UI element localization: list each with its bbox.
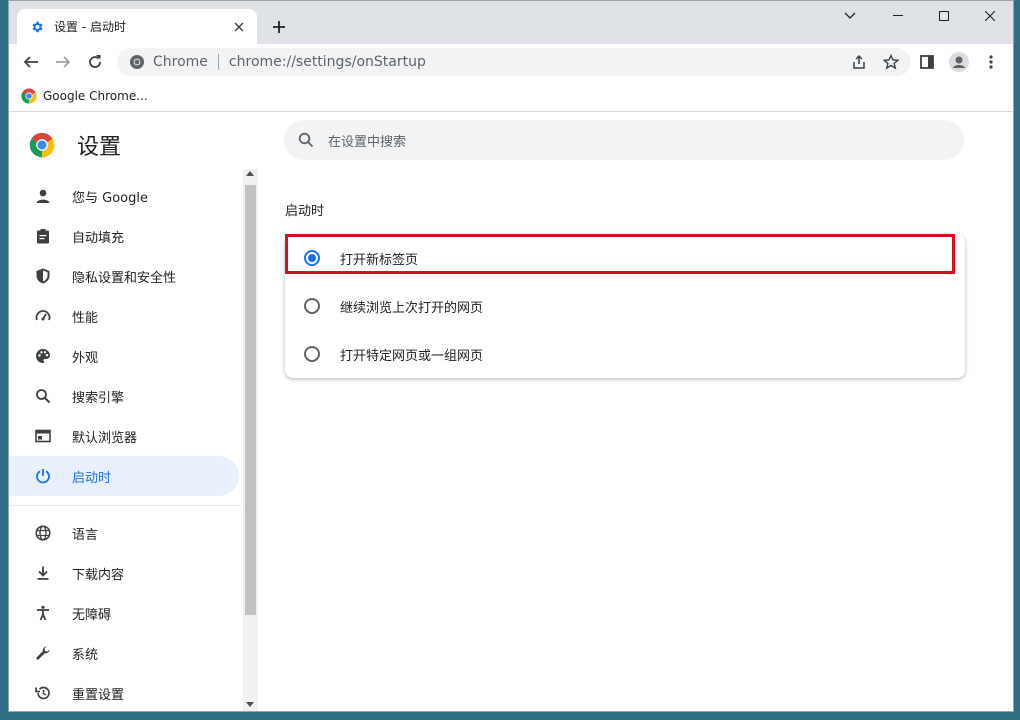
sidebar-item-downloads[interactable]: 下载内容 [9, 553, 239, 593]
tab-settings[interactable]: 设置 - 启动时 [17, 9, 257, 44]
sidebar-item-label: 默认浏览器 [72, 430, 138, 446]
sidebar-item-reset[interactable]: 重置设置 [9, 673, 239, 711]
sidebar-item-performance[interactable]: 性能 [9, 296, 239, 336]
globe-icon [33, 523, 53, 543]
clipboard-icon [33, 226, 53, 246]
sidebar-item-label: 无障碍 [72, 607, 112, 623]
sidebar-item-label: 下载内容 [72, 567, 125, 583]
profile-avatar[interactable] [947, 50, 971, 74]
scroll-up-arrow-icon[interactable] [246, 171, 254, 176]
new-tab-button[interactable] [267, 15, 291, 39]
forward-button[interactable] [51, 50, 75, 74]
sidebar-item-label: 启动时 [72, 470, 112, 486]
accessibility-icon [33, 603, 53, 623]
radio-label: 打开特定网页或一组网页 [340, 348, 484, 364]
radio-label: 继续浏览上次打开的网页 [340, 300, 484, 316]
close-tab-icon[interactable] [231, 19, 247, 35]
speedometer-icon [33, 306, 53, 326]
omnibox-actions [847, 50, 903, 74]
close-window-button[interactable] [967, 1, 1013, 31]
section-title: 启动时 [285, 204, 325, 219]
toolbar: Chrome chrome://settings/onStartup [9, 44, 1013, 80]
sidebar-item-label: 搜索引擎 [72, 390, 125, 406]
tab-strip: 设置 - 启动时 [9, 1, 1013, 44]
power-icon [33, 466, 53, 486]
minimize-button[interactable] [875, 1, 921, 31]
sidebar-item-label: 语言 [72, 527, 99, 543]
sidebar-item-privacy[interactable]: 隐私设置和安全性 [9, 256, 239, 296]
highlight-annotation-box [285, 234, 955, 274]
sidebar-item-autofill[interactable]: 自动填充 [9, 216, 239, 256]
maximize-button[interactable] [921, 1, 967, 31]
sidebar-scrollbar[interactable] [243, 169, 258, 711]
sidebar-item-you-and-google[interactable]: 您与 Google [9, 176, 239, 216]
sidebar-divider [9, 505, 241, 506]
chrome-logo-icon [21, 88, 37, 104]
page-title: 设置 [77, 135, 122, 160]
radio-option-specific-pages[interactable]: 打开特定网页或一组网页 [285, 330, 965, 378]
radio-button[interactable] [304, 298, 320, 314]
omnibox[interactable]: Chrome chrome://settings/onStartup [117, 48, 911, 76]
omnibox-site-label: Chrome [153, 54, 208, 70]
search-icon [298, 132, 314, 148]
back-button[interactable] [19, 50, 43, 74]
bookmark-label: Google Chrome... [43, 88, 148, 103]
chrome-logo-icon [29, 132, 55, 158]
reset-history-icon [33, 683, 53, 703]
search-placeholder: 在设置中搜索 [328, 134, 407, 150]
bookmarks-bar: Google Chrome... [9, 80, 1013, 112]
sidebar-item-languages[interactable]: 语言 [9, 513, 239, 553]
bookmark-item[interactable]: Google Chrome... [21, 88, 148, 104]
sidebar-item-label: 重置设置 [72, 687, 125, 703]
sidebar-item-accessibility[interactable]: 无障碍 [9, 593, 239, 633]
more-menu-button[interactable] [979, 50, 1003, 74]
settings-sidebar: 您与 Google 自动填充 隐私设置和安全性 性能 外观 搜索引擎 默认浏览器… [9, 169, 259, 711]
scroll-down-arrow-icon[interactable] [246, 702, 254, 707]
settings-search-input[interactable]: 在设置中搜索 [284, 120, 964, 160]
palette-icon [33, 346, 53, 366]
sidebar-item-system[interactable]: 系统 [9, 633, 239, 673]
tab-search-button[interactable] [827, 1, 873, 31]
sidebar-item-label: 隐私设置和安全性 [72, 270, 177, 286]
radio-button[interactable] [304, 346, 320, 362]
sidebar-item-default-browser[interactable]: 默认浏览器 [9, 416, 239, 456]
tab-title: 设置 - 启动时 [54, 20, 126, 34]
browser-window: 设置 - 启动时 Chrome chrome://settings/onStar… [8, 0, 1014, 712]
person-icon [33, 186, 53, 206]
omnibox-url: chrome://settings/onStartup [228, 54, 426, 70]
sidebar-item-label: 外观 [72, 350, 99, 366]
sidebar-item-label: 您与 Google [72, 190, 148, 206]
scrollbar-thumb[interactable] [245, 185, 256, 615]
side-panel-button[interactable] [915, 50, 939, 74]
settings-header: 设置 [29, 129, 121, 161]
omnibox-separator [217, 54, 219, 70]
reload-button[interactable] [83, 50, 107, 74]
bookmark-star-icon[interactable] [879, 50, 903, 74]
share-icon[interactable] [847, 50, 871, 74]
gear-icon [29, 19, 45, 35]
radio-option-continue[interactable]: 继续浏览上次打开的网页 [285, 282, 965, 330]
sidebar-item-label: 性能 [72, 310, 99, 326]
sidebar-item-appearance[interactable]: 外观 [9, 336, 239, 376]
browser-window-icon [33, 426, 53, 446]
sidebar-item-search-engine[interactable]: 搜索引擎 [9, 376, 239, 416]
wrench-icon [33, 643, 53, 663]
settings-page: 设置 在设置中搜索 您与 Google 自动填充 隐私设置和安全性 性能 外观 … [9, 112, 1013, 711]
download-icon [33, 563, 53, 583]
sidebar-item-label: 自动填充 [72, 230, 125, 246]
search-icon [33, 386, 53, 406]
chrome-icon [129, 54, 145, 70]
sidebar-item-on-startup[interactable]: 启动时 [9, 456, 239, 496]
sidebar-item-label: 系统 [72, 647, 99, 663]
shield-icon [33, 266, 53, 286]
